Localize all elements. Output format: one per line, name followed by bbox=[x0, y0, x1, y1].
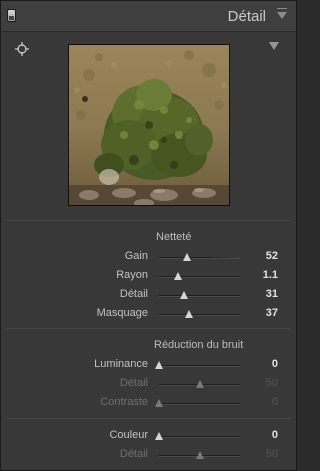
detail-value[interactable]: 31 bbox=[248, 288, 278, 300]
detail-slider-track bbox=[159, 380, 240, 388]
noise-reduction-title: Réduction du bruit bbox=[154, 339, 244, 351]
masquage-slider-track[interactable] bbox=[159, 310, 240, 318]
couleur-label: Couleur bbox=[109, 429, 148, 441]
gain-label: Gain bbox=[124, 250, 148, 262]
panel-title: Détail bbox=[227, 8, 266, 25]
detail-label: Détail bbox=[119, 448, 148, 460]
rayon-label: Rayon bbox=[116, 269, 148, 281]
detail-preview-image[interactable] bbox=[68, 44, 230, 206]
masquage-value[interactable]: 37 bbox=[248, 307, 278, 319]
couleur-slider-thumb[interactable] bbox=[155, 432, 163, 440]
gain-slider-thumb[interactable] bbox=[183, 253, 192, 261]
panel-toggle-switch[interactable] bbox=[7, 9, 16, 22]
masquage-slider-thumb[interactable] bbox=[184, 310, 193, 318]
gain-slider-track[interactable] bbox=[159, 253, 240, 261]
detail-slider-track[interactable] bbox=[159, 291, 240, 299]
masquage-label: Masquage bbox=[96, 307, 148, 319]
detail-slider-thumb bbox=[195, 380, 204, 388]
panel-header[interactable]: Détail bbox=[1, 1, 296, 32]
bush-photo bbox=[69, 45, 229, 205]
contraste-label: Contraste bbox=[100, 396, 148, 408]
contraste-slider-thumb bbox=[155, 399, 163, 407]
luminance-slider-thumb[interactable] bbox=[155, 361, 163, 369]
rayon-slider-track[interactable] bbox=[159, 272, 240, 280]
couleur-value[interactable]: 0 bbox=[248, 429, 278, 441]
rayon-value[interactable]: 1.1 bbox=[248, 269, 278, 281]
detail-slider-thumb bbox=[195, 451, 204, 459]
detail-slider-track bbox=[159, 451, 240, 459]
detail-value: 50 bbox=[265, 377, 278, 389]
preview-toggle-arrow-icon[interactable] bbox=[269, 42, 279, 50]
rayon-slider-thumb[interactable] bbox=[174, 272, 183, 280]
gain-value[interactable]: 52 bbox=[248, 250, 278, 262]
sharpening-title: Netteté bbox=[156, 231, 192, 243]
detail-label: Détail bbox=[119, 288, 148, 300]
detail-label: Détail bbox=[119, 377, 148, 389]
couleur-slider-track[interactable] bbox=[155, 432, 240, 440]
divider bbox=[6, 220, 291, 221]
luminance-label: Luminance bbox=[94, 358, 148, 370]
contraste-slider-track bbox=[155, 399, 240, 407]
target-adjustment-icon[interactable] bbox=[14, 41, 30, 57]
collapse-arrow-icon[interactable] bbox=[277, 8, 287, 19]
divider bbox=[6, 328, 291, 329]
divider bbox=[6, 418, 291, 419]
luminance-value[interactable]: 0 bbox=[248, 358, 278, 370]
detail-panel: Détail Netteté Gain 52 Rayon 1.1 Détail … bbox=[0, 0, 297, 471]
luminance-slider-track[interactable] bbox=[155, 361, 240, 369]
contraste-value: 0 bbox=[271, 396, 278, 408]
detail-slider-thumb[interactable] bbox=[180, 291, 189, 299]
detail-value: 50 bbox=[265, 448, 278, 460]
